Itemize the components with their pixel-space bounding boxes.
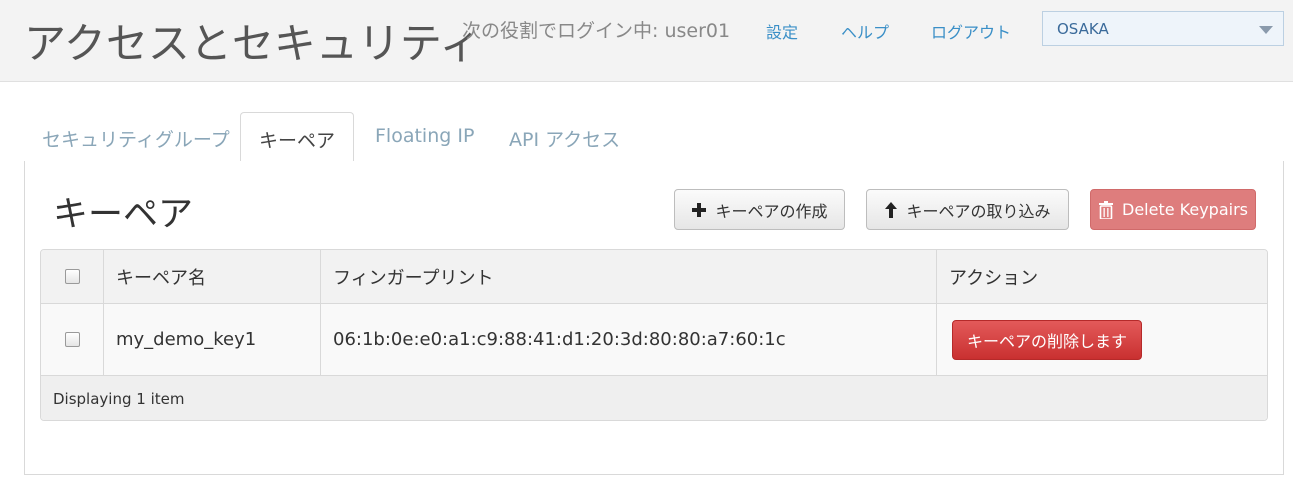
delete-keypairs-label: Delete Keypairs [1122, 200, 1248, 219]
header-fingerprint-cell: フィンガープリント [320, 250, 936, 303]
help-link[interactable]: ヘルプ [841, 19, 889, 43]
delete-keypairs-button[interactable]: Delete Keypairs [1090, 189, 1256, 230]
keypair-name: my_demo_key1 [116, 329, 257, 350]
login-status: 次の役割でログイン中: user01 [462, 20, 731, 42]
keypairs-panel: キーペア キーペアの作成 キーペアの取り込み Delete Keypairs キ… [24, 161, 1284, 475]
section-title: キーペア [53, 195, 194, 235]
row-checkbox[interactable] [64, 332, 80, 347]
delete-keypair-button[interactable]: キーペアの削除します [952, 319, 1143, 360]
tab-floating-ip[interactable]: Floating IP [375, 112, 474, 162]
arrow-up-icon [884, 201, 898, 219]
column-header-name[interactable]: キーペア名 [116, 264, 206, 290]
row-actions-cell: キーペアの削除します [936, 304, 1267, 375]
table-header: キーペア名 フィンガープリント アクション [41, 250, 1267, 304]
header-actions-cell: アクション [936, 250, 1267, 303]
keypair-fingerprint: 06:1b:0e:e0:a1:c9:88:41:d1:20:3d:80:80:a… [333, 329, 786, 350]
header-select-cell [41, 250, 103, 303]
region-value: OSAKA [1057, 20, 1109, 38]
settings-link[interactable]: 設定 [766, 19, 798, 43]
logout-link[interactable]: ログアウト [931, 19, 1011, 43]
create-keypair-button[interactable]: キーペアの作成 [674, 189, 845, 230]
tab-security-groups[interactable]: セキュリティグループ [42, 112, 230, 162]
import-keypair-button[interactable]: キーペアの取り込み [866, 189, 1069, 230]
page-title: アクセスとセキュリティ [24, 19, 482, 68]
footer-cell: Displaying 1 item [41, 376, 1267, 420]
row-name-cell: my_demo_key1 [103, 304, 320, 375]
trash-icon [1098, 200, 1114, 219]
tab-keypairs[interactable]: キーペア [240, 112, 355, 162]
import-keypair-label: キーペアの取り込み [906, 201, 1051, 221]
header-name-cell: キーペア名 [103, 250, 320, 303]
row-select-cell [41, 304, 103, 375]
top-bar: アクセスとセキュリティ 次の役割でログイン中: user01 設定 ヘルプ ログ… [0, 0, 1293, 82]
tab-api-access[interactable]: API アクセス [509, 112, 620, 162]
table-footer: Displaying 1 item [41, 376, 1267, 420]
plus-icon [691, 202, 707, 218]
row-fingerprint-cell: 06:1b:0e:e0:a1:c9:88:41:d1:20:3d:80:80:a… [320, 304, 936, 375]
tab-bar: セキュリティグループ キーペア Floating IP API アクセス [24, 112, 1284, 162]
table-row: my_demo_key1 06:1b:0e:e0:a1:c9:88:41:d1:… [41, 304, 1267, 376]
select-all-checkbox[interactable] [64, 269, 80, 284]
region-select[interactable]: OSAKA [1042, 11, 1284, 46]
chevron-down-icon [1259, 26, 1273, 34]
column-header-fingerprint[interactable]: フィンガープリント [333, 264, 494, 290]
keypairs-table: キーペア名 フィンガープリント アクション my_demo_key1 06:1b… [40, 249, 1268, 421]
create-keypair-label: キーペアの作成 [715, 201, 828, 221]
item-count: Displaying 1 item [53, 390, 185, 408]
column-header-actions: アクション [949, 267, 1039, 289]
